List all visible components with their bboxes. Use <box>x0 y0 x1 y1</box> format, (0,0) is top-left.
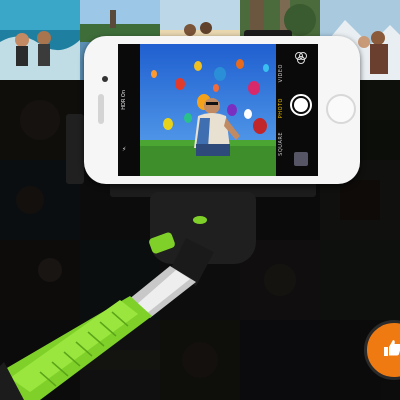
thumbs-up-icon <box>384 340 400 356</box>
selfie-stick-product-photo: HDR On ⚡ VIDEO PHOTO SQUARE <box>0 0 400 400</box>
selfie-stick-pole <box>0 238 214 400</box>
